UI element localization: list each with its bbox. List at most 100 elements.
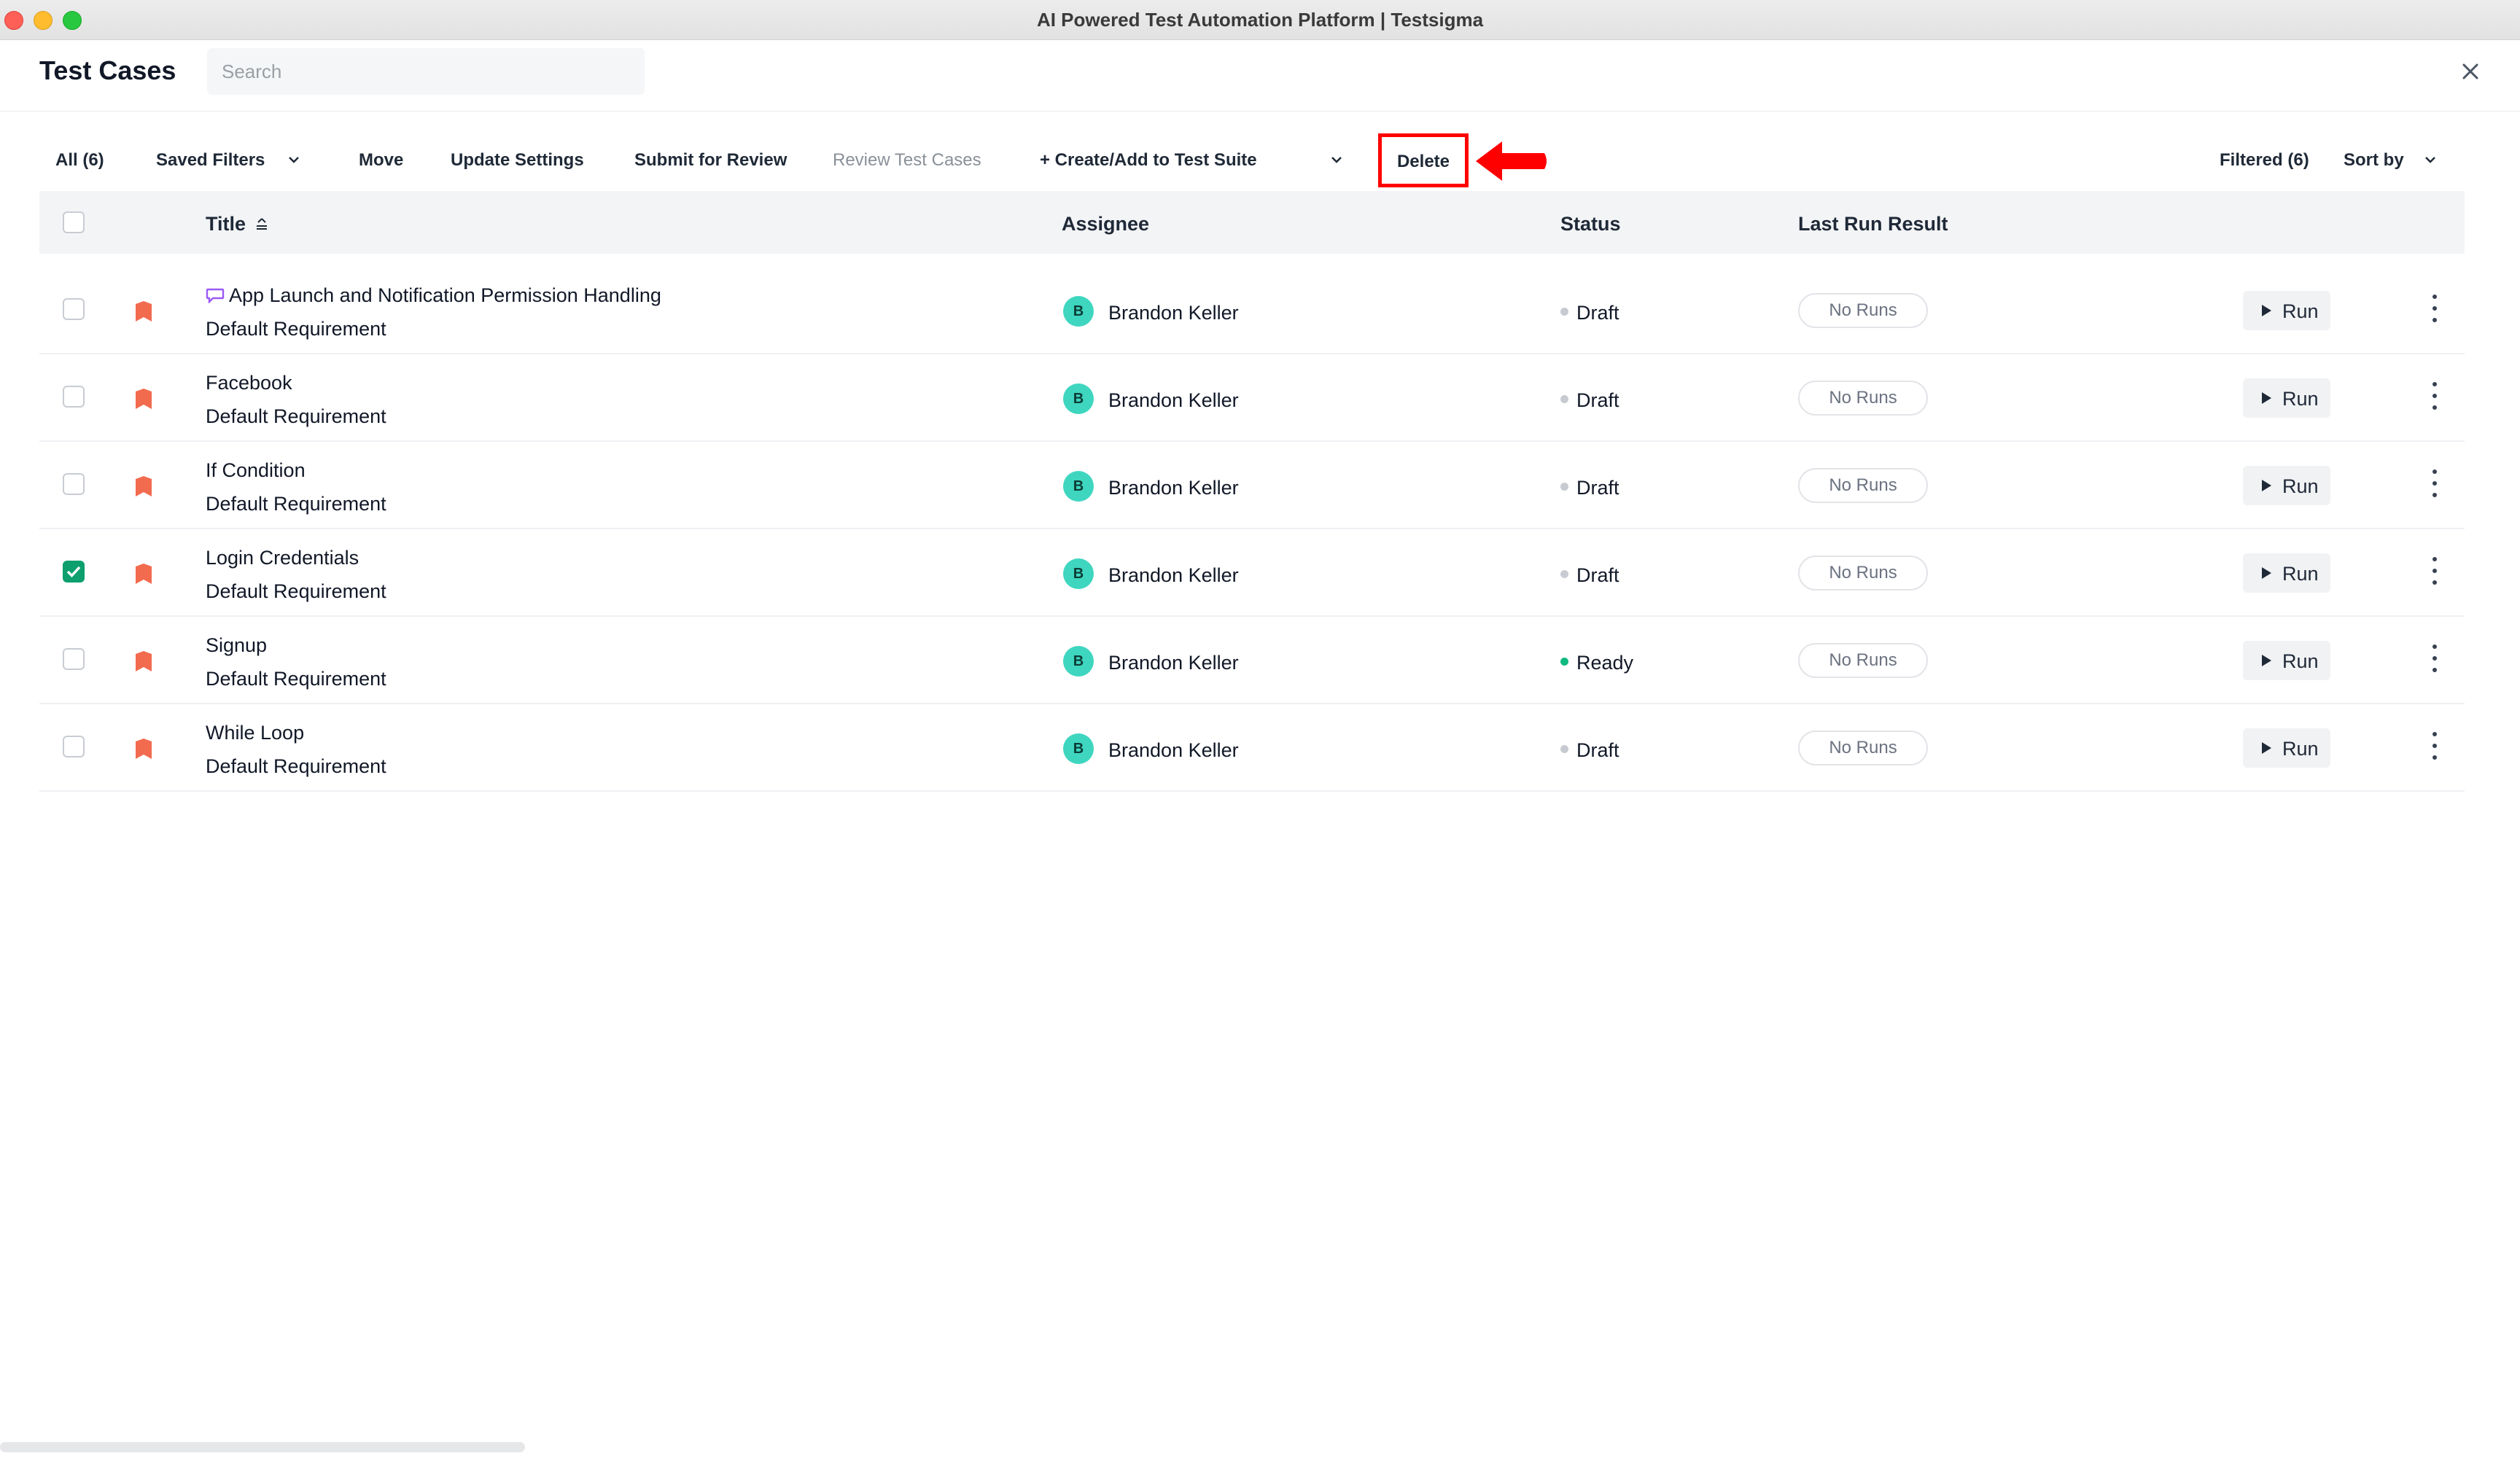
last-run-result-badge: No Runs — [1798, 381, 1928, 416]
more-options-icon[interactable] — [2424, 467, 2446, 500]
more-options-icon[interactable] — [2424, 729, 2446, 763]
assignee-name: Brandon Keller — [1108, 302, 1239, 324]
table-row[interactable]: Login Credentials Default Requirement B Bra… — [39, 528, 2465, 617]
run-button-label: Run — [2282, 475, 2319, 497]
run-button-label: Run — [2282, 738, 2319, 760]
status-dot-icon — [1560, 483, 1568, 491]
run-button-label: Run — [2282, 650, 2319, 672]
table-header: Title Assignee Status Last Run Result — [39, 191, 2465, 254]
status-badge: Draft — [1576, 477, 1619, 499]
row-checkbox[interactable] — [63, 298, 85, 320]
test-case-title[interactable]: Facebook — [206, 372, 292, 394]
requirement-label: Default Requirement — [206, 580, 386, 602]
table-row[interactable]: App Launch and Notification Permission H… — [39, 265, 2465, 354]
priority-flag-icon — [136, 739, 152, 759]
assignee-name: Brandon Keller — [1108, 564, 1239, 586]
run-button[interactable]: Run — [2243, 728, 2330, 768]
column-title[interactable]: Title — [206, 213, 246, 235]
requirement-label: Default Requirement — [206, 755, 386, 777]
row-checkbox[interactable] — [63, 648, 85, 670]
play-icon — [2262, 742, 2271, 754]
run-button-label: Run — [2282, 300, 2319, 322]
test-case-title-text: Facebook — [206, 372, 292, 394]
status-dot-icon — [1560, 745, 1568, 753]
priority-flag-icon — [136, 301, 152, 322]
row-checkbox[interactable] — [63, 386, 85, 408]
table-row[interactable]: Facebook Default Requirement B Brandon Kell… — [39, 353, 2465, 442]
more-options-icon[interactable] — [2424, 642, 2446, 675]
update-settings-button[interactable]: Update Settings — [451, 150, 584, 171]
filtered-count[interactable]: Filtered (6) — [2220, 150, 2309, 171]
table-row[interactable]: If Condition Default Requirement B Brandon … — [39, 440, 2465, 529]
avatar: B — [1063, 471, 1094, 502]
assignee-name: Brandon Keller — [1108, 739, 1239, 761]
sort-ascending-icon[interactable] — [254, 216, 270, 232]
row-checkbox[interactable] — [63, 473, 85, 495]
more-options-icon[interactable] — [2424, 292, 2446, 325]
priority-flag-icon — [136, 651, 152, 671]
avatar: B — [1063, 646, 1094, 677]
avatar: B — [1063, 296, 1094, 327]
submit-for-review-button[interactable]: Submit for Review — [634, 150, 787, 171]
row-checkbox[interactable] — [63, 561, 85, 583]
run-button[interactable]: Run — [2243, 641, 2330, 680]
highlight-arrow-icon — [1476, 141, 1547, 181]
close-icon[interactable] — [2457, 58, 2484, 85]
avatar: B — [1063, 383, 1094, 414]
window-title: AI Powered Test Automation Platform | Te… — [1036, 9, 1484, 31]
avatar: B — [1063, 558, 1094, 589]
status-dot-icon — [1560, 308, 1568, 316]
row-checkbox[interactable] — [63, 736, 85, 757]
sort-by-dropdown[interactable]: Sort by — [2344, 150, 2404, 171]
run-button[interactable]: Run — [2243, 378, 2330, 418]
requirement-label: Default Requirement — [206, 318, 386, 340]
column-status: Status — [1560, 213, 1621, 235]
comment-icon[interactable] — [206, 287, 225, 303]
play-icon — [2262, 480, 2271, 491]
last-run-result-badge: No Runs — [1798, 293, 1928, 328]
sort-by-chevron-down-icon[interactable] — [2422, 152, 2438, 168]
more-actions-chevron-down-icon[interactable] — [1329, 152, 1345, 168]
test-case-title-text: If Condition — [206, 459, 306, 481]
status-badge: Draft — [1576, 739, 1619, 761]
filter-all-tab[interactable]: All (6) — [55, 150, 104, 171]
run-button[interactable]: Run — [2243, 553, 2330, 593]
status-badge: Draft — [1576, 302, 1619, 324]
test-case-title[interactable]: While Loop — [206, 722, 304, 744]
create-add-to-test-suite-button[interactable]: + Create/Add to Test Suite — [1040, 150, 1257, 171]
status-badge: Draft — [1576, 564, 1619, 586]
status-dot-icon — [1560, 570, 1568, 578]
table-row[interactable]: While Loop Default Requirement B Brandon Ke… — [39, 703, 2465, 792]
test-case-title[interactable]: If Condition — [206, 459, 306, 482]
column-last-run-result: Last Run Result — [1798, 213, 1948, 235]
horizontal-scrollbar[interactable] — [0, 1442, 525, 1452]
select-all-checkbox[interactable] — [63, 211, 85, 233]
saved-filters-dropdown[interactable]: Saved Filters — [156, 150, 265, 171]
requirement-label: Default Requirement — [206, 493, 386, 515]
play-icon — [2262, 305, 2271, 316]
move-button[interactable]: Move — [359, 150, 403, 171]
page-title: Test Cases — [39, 55, 176, 85]
more-options-icon[interactable] — [2424, 379, 2446, 413]
test-case-title[interactable]: App Launch and Notification Permission H… — [206, 284, 661, 307]
last-run-result-badge: No Runs — [1798, 730, 1928, 765]
test-case-title[interactable]: Login Credentials — [206, 547, 359, 569]
table-row[interactable]: Signup Default Requirement B Brandon Keller… — [39, 615, 2465, 704]
test-case-title[interactable]: Signup — [206, 634, 267, 657]
delete-button[interactable]: Delete — [1378, 133, 1469, 187]
play-icon — [2262, 567, 2271, 579]
assignee-name: Brandon Keller — [1108, 652, 1239, 674]
run-button[interactable]: Run — [2243, 291, 2330, 330]
run-button[interactable]: Run — [2243, 466, 2330, 505]
saved-filters-chevron-down-icon[interactable] — [286, 152, 302, 168]
requirement-label: Default Requirement — [206, 668, 386, 690]
review-test-cases-button[interactable]: Review Test Cases — [833, 150, 981, 171]
column-assignee: Assignee — [1062, 213, 1150, 235]
last-run-result-badge: No Runs — [1798, 643, 1928, 678]
search-input[interactable] — [207, 48, 645, 95]
more-options-icon[interactable] — [2424, 554, 2446, 588]
run-button-label: Run — [2282, 388, 2319, 410]
requirement-label: Default Requirement — [206, 405, 386, 427]
last-run-result-badge: No Runs — [1798, 556, 1928, 591]
play-icon — [2262, 655, 2271, 666]
